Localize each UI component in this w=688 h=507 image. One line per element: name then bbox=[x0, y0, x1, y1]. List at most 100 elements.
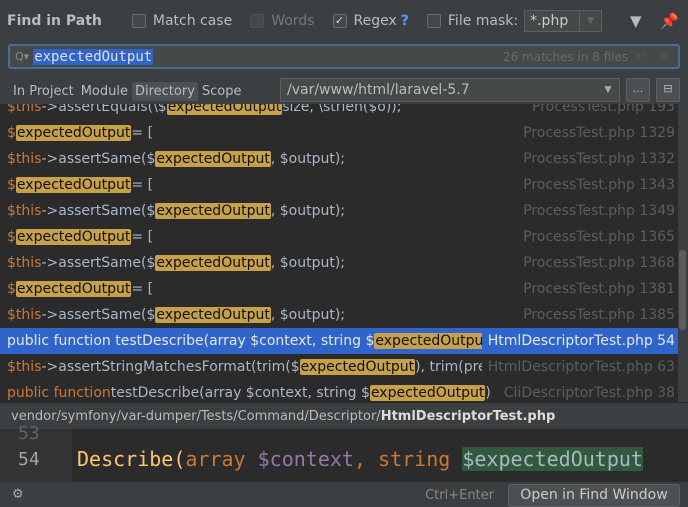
file-mask-checkbox[interactable]: File mask: bbox=[426, 13, 519, 29]
tab-in-project[interactable]: In Project bbox=[10, 82, 77, 101]
result-match: expectedOutput bbox=[15, 177, 132, 193]
tab-module[interactable]: Module bbox=[78, 82, 131, 101]
chevron-down-icon[interactable]: ▼ bbox=[597, 85, 619, 95]
result-row[interactable]: $this ->assertSame($ expectedOutput, $outp… bbox=[0, 302, 678, 328]
code-fn: Describe( bbox=[77, 447, 186, 471]
result-row[interactable]: $ expectedOutput = [ProcessTest.php 1365 bbox=[0, 224, 678, 250]
result-text: , $output); bbox=[270, 151, 346, 167]
result-line: 54 bbox=[657, 333, 675, 349]
result-prefix: $this bbox=[7, 104, 42, 115]
regex-help-link[interactable]: ? bbox=[401, 13, 409, 29]
result-text: ->assertSame($ bbox=[41, 151, 156, 167]
line-number: 54 bbox=[18, 449, 40, 470]
filter-icon[interactable]: ▼ bbox=[630, 12, 642, 30]
result-text: , $output); bbox=[270, 203, 346, 219]
result-match: expectedOutput bbox=[374, 333, 490, 349]
result-prefix: $ bbox=[7, 125, 16, 141]
result-match: expectedOutput bbox=[369, 385, 486, 401]
open-in-find-window-button[interactable]: Open in Find Window bbox=[508, 484, 680, 507]
result-location: HtmlDescriptorTest.php 54 bbox=[481, 333, 675, 349]
result-match: expectedOutput bbox=[15, 281, 132, 297]
result-text: , $output); bbox=[270, 255, 346, 271]
result-text: ->assertStringMatchesFormat(trim($ bbox=[41, 359, 300, 375]
result-line: 1381 bbox=[639, 281, 675, 297]
result-location: CliDescriptorTest.php 38 bbox=[497, 385, 675, 401]
result-file: ProcessTest.php bbox=[523, 255, 635, 271]
result-row[interactable]: $this ->assertEquals(\$ expectedOutput size… bbox=[0, 104, 678, 120]
result-match: expectedOutput bbox=[155, 255, 271, 271]
clear-icon[interactable]: × bbox=[659, 49, 670, 64]
result-row[interactable]: $this ->assertStringMatchesFormat(trim($ e… bbox=[0, 354, 678, 380]
result-text: testDescribe(array $context, string $ bbox=[110, 385, 370, 401]
chevron-down-icon[interactable]: ▼ bbox=[579, 11, 601, 31]
result-location: ProcessTest.php 1381 bbox=[517, 281, 675, 297]
results-scrollbar[interactable] bbox=[679, 250, 686, 330]
result-row[interactable]: $ expectedOutput = [ProcessTest.php 1329 bbox=[0, 120, 678, 146]
result-line: 1329 bbox=[639, 125, 675, 141]
browse-button[interactable]: ... bbox=[626, 78, 650, 102]
search-icon[interactable]: Q▾ bbox=[15, 50, 29, 63]
result-file: ProcessTest.php bbox=[523, 177, 635, 193]
result-file: HtmlDescriptorTest.php bbox=[487, 359, 653, 375]
match-case-checkbox[interactable]: Match case bbox=[131, 13, 232, 29]
result-row[interactable]: $this ->assertSame($ expectedOutput, $outp… bbox=[0, 250, 678, 276]
result-location: ProcessTest.php 193 bbox=[526, 104, 675, 115]
pin-icon[interactable]: 📌 bbox=[660, 12, 679, 30]
result-row[interactable]: $ expectedOutput = [ ProcessTest.php 1343 bbox=[0, 172, 678, 198]
tab-scope[interactable]: Scope bbox=[199, 82, 245, 101]
result-text: , $output); bbox=[270, 307, 346, 323]
result-line: 63 bbox=[657, 359, 675, 375]
search-input[interactable]: Q▾ expectedOutput 26 matches in 8 files … bbox=[8, 44, 680, 69]
result-line: 1368 bbox=[639, 255, 675, 271]
file-mask-combo[interactable]: *.php ▼ bbox=[524, 10, 603, 32]
preview-editor[interactable]: 53 54 Describe(array $context, string $e… bbox=[0, 423, 688, 482]
result-text: ) bbox=[485, 385, 491, 401]
result-match: expectedOutput bbox=[15, 229, 132, 245]
settings-gear-icon[interactable]: ⚙ bbox=[12, 487, 24, 502]
result-location: ProcessTest.php 1343 bbox=[517, 177, 675, 193]
result-match: expectedOutput bbox=[155, 151, 271, 167]
regex-checkbox[interactable]: ✓ Regex? bbox=[332, 13, 409, 29]
result-file: ProcessTest.php bbox=[523, 229, 635, 245]
result-row[interactable]: $this ->assertSame($ expectedOutput, $outp… bbox=[0, 146, 678, 172]
result-text: size, \strlen($o)); bbox=[282, 104, 402, 115]
result-file: ProcessTest.php bbox=[523, 151, 635, 167]
result-location: ProcessTest.php 1349 bbox=[517, 203, 675, 219]
result-row[interactable]: $this ->assertSame($ expectedOutput, $outp… bbox=[0, 198, 678, 224]
result-row[interactable]: public function testDescribe(array $cont… bbox=[0, 380, 678, 402]
directory-value: /var/www/html/laravel-5.7 bbox=[287, 82, 470, 98]
directory-combo[interactable]: /var/www/html/laravel-5.7 ▼ bbox=[280, 78, 620, 102]
words-checkbox[interactable]: Words bbox=[250, 13, 315, 29]
result-location: ProcessTest.php 1368 bbox=[517, 255, 675, 271]
result-prefix: $ bbox=[7, 281, 16, 297]
result-prefix: public function bbox=[7, 385, 111, 401]
code-kw: string bbox=[378, 447, 463, 471]
result-line: 1385 bbox=[639, 307, 675, 323]
words-label: Words bbox=[271, 13, 315, 29]
line-number: 53 bbox=[18, 423, 40, 444]
preview-path: vendor/symfony/var-dumper/Tests/Command/… bbox=[0, 402, 688, 429]
recursive-toggle-icon[interactable]: ⊟ bbox=[656, 78, 680, 102]
regex-label: Regex bbox=[353, 13, 397, 29]
result-prefix: $this bbox=[7, 255, 42, 271]
result-prefix: $this bbox=[7, 359, 42, 375]
result-match: expectedOutput bbox=[155, 307, 271, 323]
result-row[interactable]: $ expectedOutput = [ ProcessTest.php 1381 bbox=[0, 276, 678, 302]
result-location: HtmlDescriptorTest.php 63 bbox=[481, 359, 675, 375]
result-row[interactable]: public function testDescribe(array $cont… bbox=[0, 328, 678, 354]
result-location: ProcessTest.php 1365 bbox=[517, 229, 675, 245]
result-file: ProcessTest.php bbox=[523, 307, 635, 323]
result-prefix: $this bbox=[7, 307, 42, 323]
file-mask-label: File mask: bbox=[447, 13, 519, 29]
result-text: = [ bbox=[131, 177, 154, 193]
tab-directory[interactable]: Directory bbox=[131, 81, 198, 101]
enter-icon[interactable]: ↵ bbox=[636, 49, 647, 64]
result-line: 1332 bbox=[639, 151, 675, 167]
result-line: 1349 bbox=[639, 203, 675, 219]
result-prefix: $ bbox=[7, 177, 16, 193]
result-line: 1365 bbox=[639, 229, 675, 245]
result-text: ->assertSame($ bbox=[41, 203, 156, 219]
gutter: 53 54 bbox=[0, 423, 72, 482]
file-mask-value: *.php bbox=[530, 13, 569, 29]
result-text: = [ bbox=[131, 281, 154, 297]
